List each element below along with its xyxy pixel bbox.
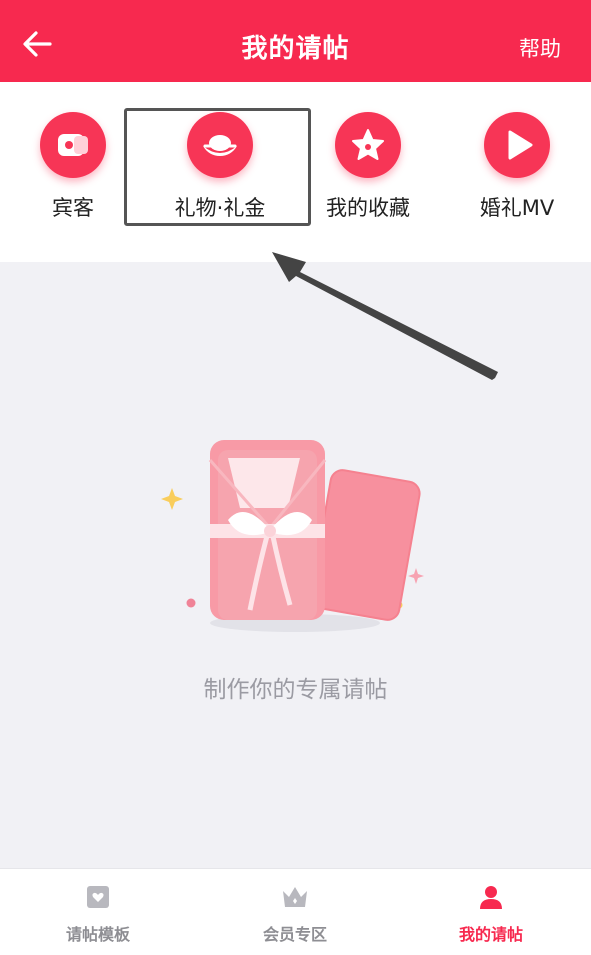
empty-state-text: 制作你的专属请帖 — [203, 677, 388, 703]
shortcut-wedding-mv[interactable]: 婚礼MV — [452, 112, 582, 222]
shortcut-favorites[interactable]: 我的收藏 — [303, 112, 433, 222]
top-nav-bar: 我的请帖 帮助 — [0, 0, 591, 82]
tab-my-invitations-label: 我的请帖 — [458, 925, 523, 944]
shortcut-guests-label: 宾客 — [52, 196, 94, 220]
shortcut-guests[interactable]: 宾客 — [8, 112, 138, 222]
help-button[interactable]: 帮助 — [519, 33, 561, 63]
user-icon — [421, 883, 561, 915]
crown-icon — [225, 883, 365, 915]
page-title: 我的请帖 — [241, 34, 350, 64]
shortcut-wedding-mv-label: 婚礼MV — [479, 196, 555, 220]
star-icon — [335, 112, 401, 178]
tab-my-invitations[interactable]: 我的请帖 — [421, 883, 561, 945]
tab-templates[interactable]: 请帖模板 — [28, 883, 168, 945]
shortcut-favorites-label: 我的收藏 — [326, 196, 410, 220]
template-icon — [28, 883, 168, 915]
invitation-gift-illustration — [150, 420, 450, 654]
tab-vip-zone-label: 会员专区 — [262, 925, 327, 944]
bottom-tab-bar: 请帖模板 会员专区 我的请帖 — [0, 868, 591, 955]
play-icon — [484, 112, 550, 178]
highlight-box — [124, 108, 311, 226]
tab-templates-label: 请帖模板 — [65, 925, 130, 944]
tab-vip-zone[interactable]: 会员专区 — [225, 883, 365, 945]
guests-icon — [40, 112, 106, 178]
